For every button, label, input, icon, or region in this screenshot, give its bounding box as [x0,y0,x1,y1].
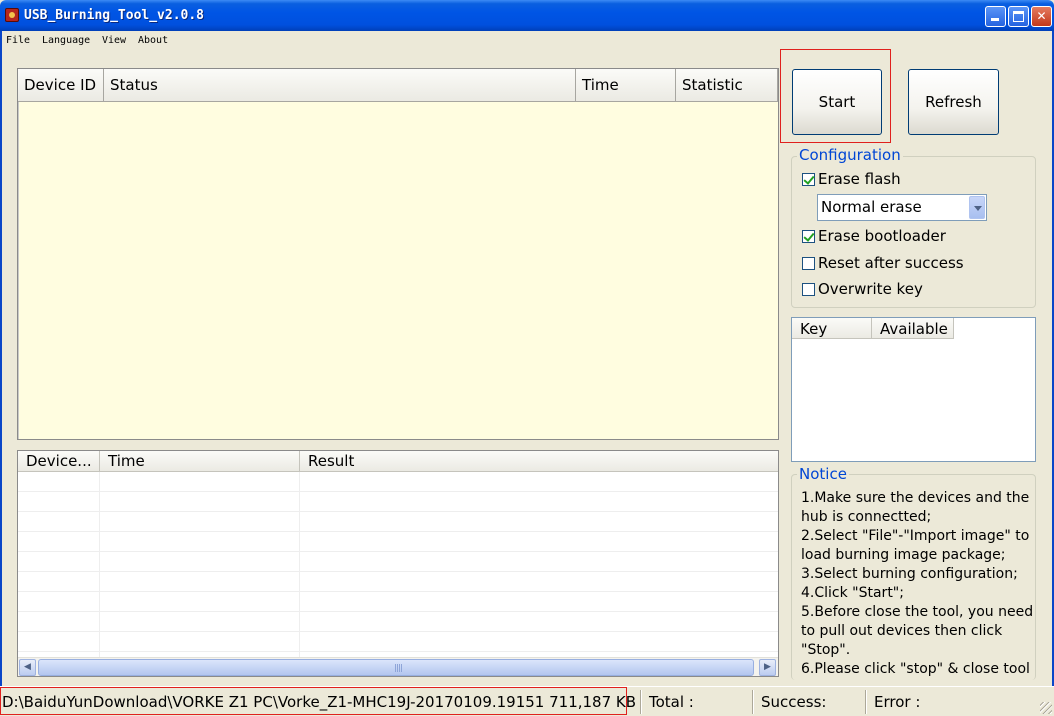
window-frame-left [0,31,2,716]
scroll-left-icon[interactable]: ◀ [19,659,36,676]
notice-line: 2.Select "File"-"Import image" to load b… [801,528,1030,563]
app-icon[interactable] [5,8,19,22]
minimize-button[interactable] [985,6,1006,27]
menu-view[interactable]: View [102,35,126,46]
checkbox-checked-icon[interactable] [802,172,815,186]
table-row[interactable] [18,612,778,632]
erase-mode-value: Normal erase [821,198,922,216]
erase-bootloader-label: Erase bootloader [818,227,946,245]
menu-bar: File Language View About [0,32,1054,51]
checkbox-checked-icon[interactable] [802,229,815,243]
column-device-id[interactable]: Device ID [18,69,104,102]
notice-line: 6.Please click "stop" & close tool [801,661,1030,677]
table-row[interactable] [18,592,778,612]
title-bar[interactable]: USB_Burning_Tool_v2.0.8 ✕ [0,0,1054,31]
status-bar: D:\BaiduYunDownload\VORKE Z1 PC\Vorke_Z1… [0,686,1054,716]
status-divider [865,690,867,714]
menu-file[interactable]: File [6,35,30,46]
erase-flash-label: Erase flash [818,170,901,188]
column-time[interactable]: Time [576,69,676,102]
notice-line: 3.Select burning configuration; [801,566,1018,582]
resize-grip-icon[interactable] [1040,702,1052,714]
checkbox-unchecked-icon[interactable] [802,282,815,296]
result-list[interactable]: Device... Time Result ◀ ▶ [17,450,779,677]
scroll-right-icon[interactable]: ▶ [759,659,776,676]
window-title: USB_Burning_Tool_v2.0.8 [24,8,205,23]
column-key[interactable]: Key [792,318,872,339]
overwrite-key-label: Overwrite key [818,280,923,298]
close-icon: ✕ [1036,9,1047,23]
column-result[interactable]: Result [300,451,778,472]
table-row[interactable] [18,472,778,492]
erase-flash-checkbox[interactable]: Erase flash [802,170,901,188]
status-divider [640,690,642,714]
column-result-time[interactable]: Time [100,451,300,472]
column-divider [99,472,100,658]
total-label: Total : [649,693,694,711]
column-divider [299,472,300,658]
status-divider [752,690,754,714]
reset-after-success-checkbox[interactable]: Reset after success [802,254,964,272]
maximize-icon [1013,11,1024,22]
notice-text: 1.Make sure the devices and the hub is c… [801,489,1035,677]
start-button[interactable]: Start [792,69,882,135]
scrollbar-thumb[interactable] [38,659,754,676]
reset-after-success-label: Reset after success [818,254,964,272]
table-row[interactable] [18,572,778,592]
grip-icon [395,664,403,672]
device-list[interactable]: Device ID Status Time Statistic [17,68,779,440]
erase-mode-select[interactable]: Normal erase [817,194,987,221]
column-status[interactable]: Status [104,69,576,102]
error-label: Error : [874,693,921,711]
column-device[interactable]: Device... [18,451,100,472]
notice-title: Notice [797,465,849,483]
table-row[interactable] [18,492,778,512]
column-available[interactable]: Available [872,318,954,339]
notice-line: 5.Before close the tool, you need to pul… [801,604,1034,658]
table-row[interactable] [18,632,778,652]
table-row[interactable] [18,532,778,552]
image-path-highlight-box [0,687,627,715]
configuration-title: Configuration [797,146,903,164]
success-label: Success: [761,693,827,711]
chevron-down-icon[interactable] [969,196,985,219]
checkbox-unchecked-icon[interactable] [802,256,815,270]
table-row[interactable] [18,512,778,532]
maximize-button[interactable] [1008,6,1029,27]
overwrite-key-checkbox[interactable]: Overwrite key [802,280,923,298]
table-row[interactable] [18,552,778,572]
notice-line: 1.Make sure the devices and the hub is c… [801,490,1030,525]
erase-bootloader-checkbox[interactable]: Erase bootloader [802,227,946,245]
minimize-icon [991,18,999,21]
menu-language[interactable]: Language [42,35,90,46]
notice-line: 4.Click "Start"; [801,585,904,601]
menu-about[interactable]: About [138,35,168,46]
horizontal-scrollbar[interactable]: ◀ ▶ [18,657,778,676]
key-list[interactable]: Key Available [791,317,1036,462]
column-statistic[interactable]: Statistic [676,69,778,102]
refresh-button[interactable]: Refresh [908,69,999,135]
close-button[interactable]: ✕ [1031,6,1052,27]
